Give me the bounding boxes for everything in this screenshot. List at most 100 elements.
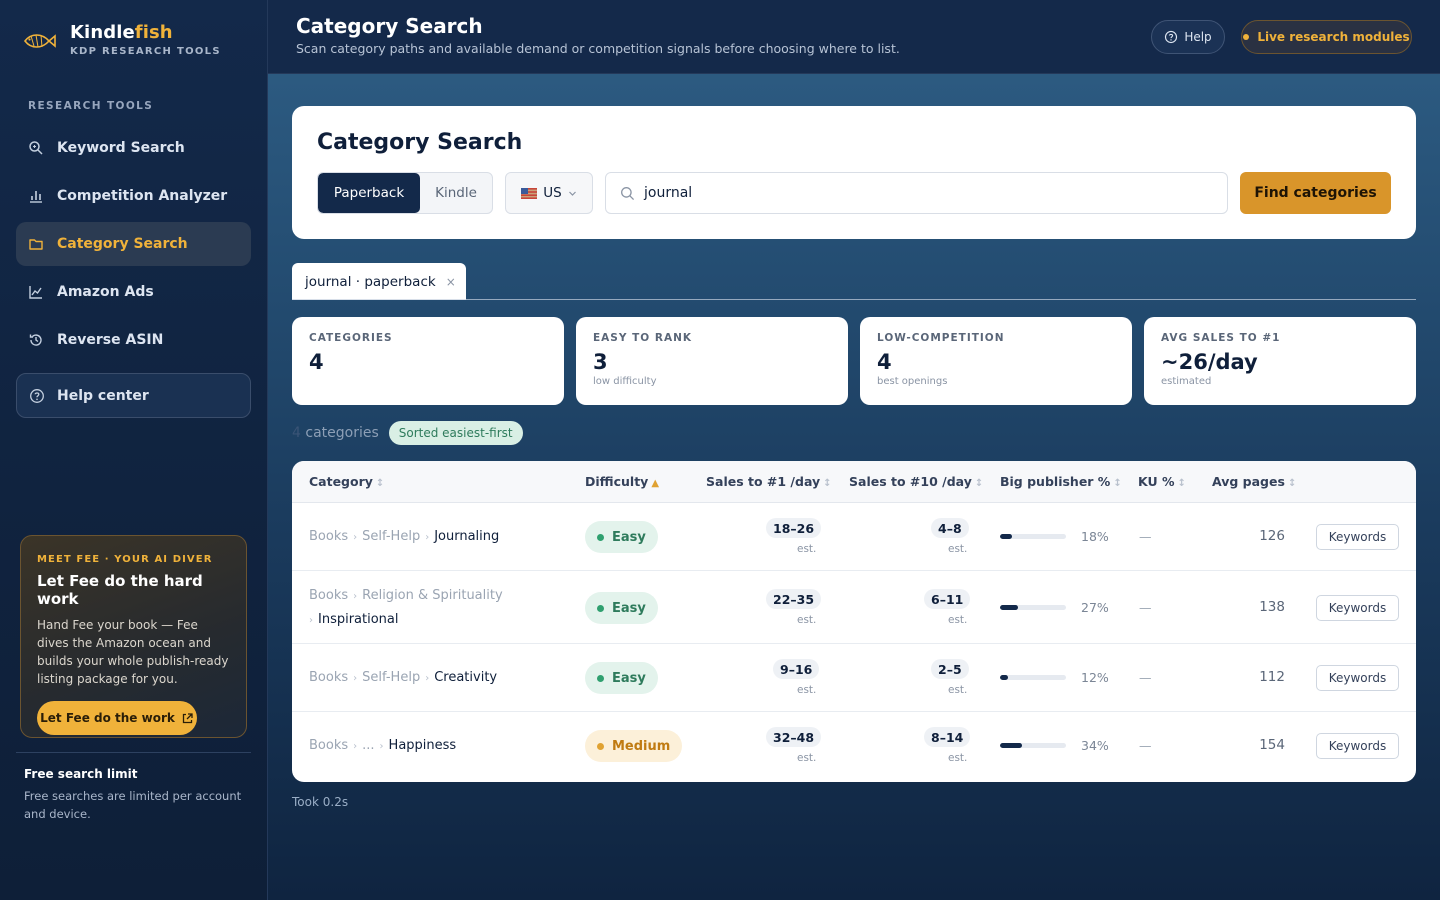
page-title: Category Search: [296, 14, 483, 38]
big-publisher-bar: [1000, 605, 1066, 610]
sidebar-item-label: Keyword Search: [57, 140, 185, 156]
results-tab[interactable]: journal · paperback ×: [292, 263, 466, 300]
keywords-button[interactable]: Keywords: [1316, 733, 1399, 759]
live-research-modules-button[interactable]: Live research modules: [1241, 20, 1412, 54]
avg-pages: 126: [1259, 528, 1285, 544]
page-subtitle: Scan category paths and available demand…: [296, 41, 900, 56]
category-leaf: Inspirational: [318, 612, 399, 627]
search-card: Category Search Paperback Kindle US jour…: [292, 106, 1416, 239]
section-label: RESEARCH TOOLS: [28, 100, 154, 112]
help-button-label: Help: [1184, 30, 1212, 44]
sidebar-nav: Keyword Search Competition Analyzer Cate…: [16, 126, 251, 366]
stat-sub: estimated: [1161, 376, 1212, 387]
big-publisher-pct: 34%: [1081, 738, 1109, 753]
avg-pages: 138: [1259, 599, 1285, 615]
stat-card-easy-to-rank: EASY TO RANK 3 low difficulty: [576, 317, 848, 405]
categories-table: Category ↕ Difficulty ▲ Sales to #1 /day ↕ …: [292, 461, 1416, 782]
difficulty-badge: Medium: [585, 730, 683, 762]
sidebar-item-competition-analyzer[interactable]: Competition Analyzer: [16, 174, 251, 218]
stat-label: CATEGORIES: [309, 332, 393, 344]
est-label: est.: [797, 543, 817, 555]
table-row[interactable]: Books › Self-Help › Journaling Easy 18–26 es…: [292, 503, 1416, 571]
est-label: est.: [797, 752, 817, 764]
format-paperback-button[interactable]: Paperback: [318, 173, 420, 213]
difficulty-badge: Easy: [585, 662, 658, 694]
column-header-big-publisher[interactable]: Big publisher % ↕: [1000, 474, 1122, 489]
big-publisher-pct: 18%: [1081, 529, 1109, 544]
help-button[interactable]: Help: [1151, 20, 1225, 54]
search-input[interactable]: journal: [605, 172, 1228, 214]
find-categories-button[interactable]: Find categories: [1240, 172, 1391, 214]
sidebar-item-category-search[interactable]: Category Search: [16, 222, 251, 266]
difficulty-badge: Easy: [585, 521, 658, 553]
stat-label: EASY TO RANK: [593, 332, 692, 344]
sidebar-item-reverse-asin[interactable]: Reverse ASIN: [16, 318, 251, 362]
avg-pages: 154: [1259, 737, 1285, 753]
tab-underline: [292, 299, 1416, 300]
column-header-avg-pages[interactable]: Avg pages ↕: [1212, 474, 1296, 489]
column-header-ku[interactable]: KU % ↕: [1138, 474, 1186, 489]
table-row[interactable]: Books › Self-Help › Creativity Easy 9–16 est…: [292, 644, 1416, 712]
stat-label: LOW-COMPETITION: [877, 332, 1005, 344]
external-link-icon: [182, 712, 193, 723]
query-time: Took 0.2s: [292, 795, 349, 809]
sidebar-item-label: Competition Analyzer: [57, 188, 228, 204]
column-header-sales-to-1[interactable]: Sales to #1 /day ↕: [706, 474, 832, 489]
fee-title: Let Fee do the hard work: [37, 572, 203, 608]
est-label: est.: [797, 614, 817, 626]
sidebar-item-label: Reverse ASIN: [57, 332, 164, 348]
sales-to-10-range: 4–8: [931, 518, 969, 538]
category-path: Books › Self-Help › Creativity: [309, 670, 498, 685]
stat-value: 4: [309, 350, 324, 374]
format-kindle-button[interactable]: Kindle: [420, 173, 492, 213]
est-label: est.: [948, 543, 968, 555]
help-center-label: Help center: [57, 387, 149, 404]
category-path: Books › Self-Help › Journaling: [309, 529, 500, 544]
sidebar-item-keyword-search[interactable]: Keyword Search: [16, 126, 251, 170]
marketplace-value: US: [543, 185, 562, 201]
category-leaf: Journaling: [434, 529, 500, 544]
keywords-button[interactable]: Keywords: [1316, 524, 1399, 550]
us-flag-icon: [521, 187, 538, 199]
column-header-sales-to-10[interactable]: Sales to #10 /day ↕: [849, 474, 983, 489]
stat-card-categories: CATEGORIES 4: [292, 317, 564, 405]
live-label: Live research modules: [1257, 30, 1410, 44]
format-toggle: Paperback Kindle: [317, 172, 493, 214]
est-label: est.: [948, 614, 968, 626]
topbar: Category Search Scan category paths and …: [268, 0, 1440, 74]
results-tab-label: journal · paperback: [305, 273, 436, 290]
keywords-button[interactable]: Keywords: [1316, 665, 1399, 691]
stat-label: AVG SALES TO #1: [1161, 332, 1281, 344]
history-icon: [28, 332, 44, 348]
search-icon: [621, 186, 635, 200]
column-header-category[interactable]: Category ↕: [309, 474, 384, 489]
est-label: est.: [948, 752, 968, 764]
search-card-title: Category Search: [317, 130, 523, 155]
table-header: Category ↕ Difficulty ▲ Sales to #1 /day ↕ …: [292, 461, 1416, 503]
sidebar-divider: [16, 752, 251, 753]
fish-logo-icon: [23, 34, 56, 48]
main-area: Category Search Scan category paths and …: [268, 0, 1440, 900]
table-row[interactable]: Books › Religion & Spirituality › Inspirati…: [292, 571, 1416, 644]
fee-kicker: MEET FEE · YOUR AI DIVER: [37, 554, 213, 565]
table-row[interactable]: Books ›... › Happiness Medium 32–48 est. 8–…: [292, 712, 1416, 782]
brand-name: Kindlefish: [70, 22, 173, 43]
sales-to-1-range: 32–48: [766, 727, 822, 747]
stat-value: ~26/day: [1161, 350, 1258, 374]
let-fee-do-the-work-button[interactable]: Let Fee do the work: [37, 701, 197, 735]
close-icon[interactable]: ×: [446, 275, 456, 289]
big-publisher-pct: 12%: [1081, 670, 1109, 685]
sidebar-item-amazon-ads[interactable]: Amazon Ads: [16, 270, 251, 314]
help-center-button[interactable]: Help center: [16, 373, 251, 418]
help-circle-icon: [30, 388, 44, 403]
est-label: est.: [797, 684, 817, 696]
column-header-difficulty[interactable]: Difficulty ▲: [585, 474, 659, 489]
chevron-down-icon: [568, 191, 576, 196]
avg-pages: 112: [1259, 669, 1285, 685]
folder-icon: [28, 236, 44, 252]
free-limit-description: Free searches are limited per account an…: [24, 789, 242, 821]
brand[interactable]: Kindlefish KDP RESEARCH TOOLS: [22, 22, 221, 58]
marketplace-select[interactable]: US: [505, 172, 593, 214]
keywords-button[interactable]: Keywords: [1316, 595, 1399, 621]
brand-subtitle: KDP RESEARCH TOOLS: [70, 46, 221, 57]
